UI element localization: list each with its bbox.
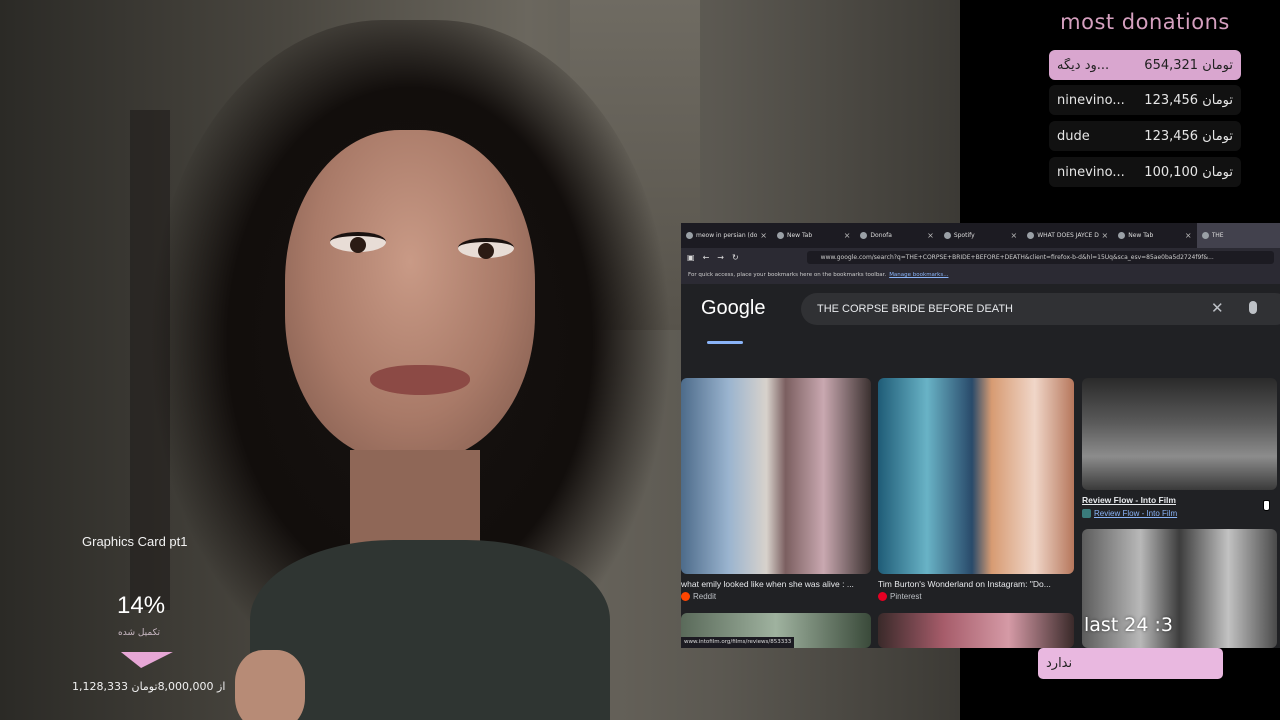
goal-title: Graphics Card pt1 <box>82 534 188 549</box>
url-bar[interactable]: www.google.com/search?q=THE+CORPSE+BRIDE… <box>806 250 1274 264</box>
microphone-icon[interactable] <box>1249 301 1257 314</box>
tab-new-tab[interactable]: New Tab × <box>772 223 855 248</box>
tab-label: Donofa <box>870 232 892 239</box>
tab-new-tab-2[interactable]: New Tab × <box>1113 223 1196 248</box>
tab-favicon-icon <box>1027 232 1035 239</box>
tab-donofa[interactable]: Donofa × <box>855 223 938 248</box>
image-result-source[interactable]: Pinterest <box>878 592 922 601</box>
tab-favicon-icon <box>943 232 951 239</box>
donation-amount: 123,456 تومان <box>1144 92 1233 108</box>
streamer-mouth <box>370 365 470 395</box>
donation-amount: 100,100 تومان <box>1144 164 1233 180</box>
source-label: Reddit <box>693 592 717 601</box>
donation-amount: 123,456 تومان <box>1144 128 1233 144</box>
tab-meow[interactable]: meow in persian (dor... × <box>681 223 772 248</box>
tab-label: New Tab <box>1128 232 1154 239</box>
manage-bookmarks-link[interactable]: Manage bookmarks... <box>889 272 948 278</box>
tab-jayce[interactable]: WHAT DOES JAYCE D... × <box>1022 223 1113 248</box>
forward-icon[interactable]: → <box>717 253 724 262</box>
goal-amount: 1,128,333 از 8,000,000تومان <box>72 680 226 693</box>
donor-name: ninevino... <box>1057 92 1125 108</box>
reload-icon[interactable]: ↻ <box>732 253 739 262</box>
back-icon[interactable]: ← <box>703 253 710 262</box>
source-label: Review Flow - Into Film <box>1094 509 1178 518</box>
tab-active-search[interactable]: THE <box>1196 223 1280 248</box>
browser-window: meow in persian (dor... × New Tab × Dono… <box>681 223 1280 648</box>
active-tab-indicator <box>707 341 743 344</box>
donor-name: ود دیگه... <box>1057 57 1110 73</box>
bookmarks-hint: For quick access, place your bookmarks h… <box>688 272 887 278</box>
intofilm-icon <box>1082 509 1091 518</box>
image-result-title[interactable]: what emily looked like when she was aliv… <box>681 579 871 589</box>
bookmarks-toolbar: For quick access, place your bookmarks h… <box>681 266 1280 284</box>
streamer-face <box>285 130 535 460</box>
tab-close-icon[interactable]: × <box>1185 231 1192 240</box>
donation-row: ninevino... 100,100 تومان <box>1049 157 1241 187</box>
goal-progress-triangle-icon <box>115 652 173 668</box>
goal-percent: 14% <box>117 592 166 619</box>
tab-close-icon[interactable]: × <box>1102 231 1109 240</box>
tab-favicon-icon <box>777 232 784 239</box>
tab-bar: meow in persian (dor... × New Tab × Dono… <box>681 223 1280 248</box>
tab-close-icon[interactable]: × <box>844 231 851 240</box>
streamer-right-eye <box>458 238 514 259</box>
donations-title: most donations <box>1060 10 1230 34</box>
tab-favicon-icon <box>1118 232 1126 239</box>
donor-name: ninevino... <box>1057 164 1125 180</box>
goal-subtitle: تکمیل شده <box>118 628 161 638</box>
image-result-title[interactable]: Tim Burton's Wonderland on Instagram: "D… <box>878 579 1074 589</box>
image-result-source[interactable]: Reddit <box>681 592 716 601</box>
tab-label: meow in persian (dor... <box>696 232 758 239</box>
timer-text: last 24 :3 <box>1084 614 1174 636</box>
tab-spotify[interactable]: Spotify × <box>939 223 1022 248</box>
tab-favicon-icon <box>1201 232 1209 239</box>
donor-name: dude <box>1057 128 1090 144</box>
streamer-hand <box>235 650 305 720</box>
tab-close-icon[interactable]: × <box>760 231 767 240</box>
donation-amount: 654,321 تومان <box>1144 57 1233 73</box>
tab-label: WHAT DOES JAYCE D... <box>1037 232 1099 239</box>
streamer-left-eye <box>330 232 386 253</box>
tab-favicon-icon <box>686 232 693 239</box>
source-label: Pinterest <box>890 592 922 601</box>
tab-label: Spotify <box>953 232 975 239</box>
reddit-icon <box>681 592 690 601</box>
tab-close-icon[interactable]: × <box>927 231 934 240</box>
pinterest-icon <box>878 592 887 601</box>
status-box: ندارد <box>1038 648 1223 679</box>
donation-row: dude 123,456 تومان <box>1049 121 1241 151</box>
link-status-url: www.intofilm.org/films/reviews/853333 <box>681 637 795 648</box>
google-logo[interactable]: Google <box>701 297 766 320</box>
donation-row: ninevino... 123,456 تومان <box>1049 85 1241 115</box>
google-header: Google THE CORPSE BRIDE BEFORE DEATH ✕ <box>681 284 1280 348</box>
tab-label: THE <box>1211 232 1224 239</box>
tab-close-icon[interactable]: × <box>1011 231 1018 240</box>
tab-favicon-icon <box>860 232 868 239</box>
image-result-emily-alive[interactable] <box>681 378 871 574</box>
image-result-source[interactable]: Review Flow - Into Film <box>1082 509 1177 518</box>
image-result-tim-burton[interactable] <box>878 378 1074 574</box>
mouse-pointer-icon <box>1263 500 1270 511</box>
donations-panel: most donations <box>1040 10 1250 42</box>
image-result-title[interactable]: Review Flow - Into Film <box>1082 495 1262 505</box>
clear-search-icon[interactable]: ✕ <box>1211 299 1224 317</box>
image-result-partial[interactable] <box>878 613 1074 648</box>
tab-label: New Tab <box>787 232 813 239</box>
sidebar-toggle-icon[interactable]: ▣ <box>687 253 695 262</box>
donation-row: ود دیگه... 654,321 تومان <box>1049 50 1241 80</box>
image-result-review-flow[interactable] <box>1082 378 1277 490</box>
search-input[interactable]: THE CORPSE BRIDE BEFORE DEATH <box>801 293 1280 325</box>
navigation-bar: ▣ ← → ↻ www.google.com/search?q=THE+CORP… <box>681 248 1280 266</box>
